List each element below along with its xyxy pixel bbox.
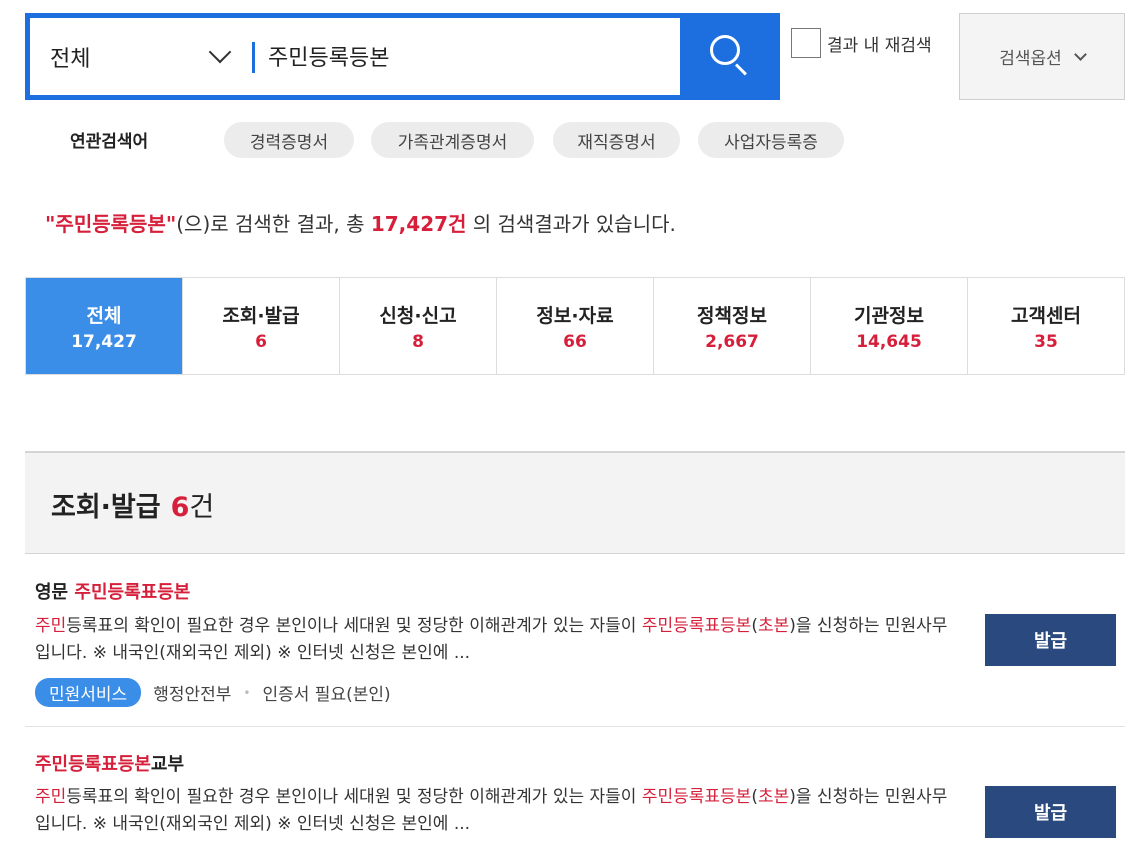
- related-keyword-chip[interactable]: 재직증명서: [553, 122, 680, 158]
- desc-highlight: 주민: [35, 616, 67, 636]
- summary-text: (으)로 검색한 결과, 총: [176, 212, 371, 236]
- desc-highlight: 주민등록표등본: [641, 787, 752, 807]
- search-icon: [710, 35, 740, 65]
- research-checkbox[interactable]: [791, 28, 821, 58]
- desc-highlight: 초본: [757, 616, 790, 636]
- related-keywords-label: 연관검색어: [70, 132, 149, 152]
- divider: [25, 726, 1125, 727]
- issue-button[interactable]: 발급: [985, 614, 1116, 666]
- section-title-label: 조회·발급: [51, 492, 161, 523]
- related-keyword-chip[interactable]: 가족관계증명서: [371, 122, 534, 158]
- tab-label: 신청·신고: [379, 304, 457, 327]
- desc-highlight: 초본: [757, 787, 790, 807]
- tab-label: 조회·발급: [222, 304, 300, 327]
- tab-info-data[interactable]: 정보·자료 66: [497, 278, 654, 374]
- chevron-down-icon: [1073, 47, 1087, 61]
- result-description: 주민등록표의 확인이 필요한 경우 본인이나 세대원 및 정당한 이해관계가 있…: [35, 784, 955, 838]
- search-icon-handle: [734, 63, 747, 76]
- summary-quote: ": [45, 212, 56, 236]
- desc-highlight: 주민등록표등본: [641, 616, 752, 636]
- research-label: 결과 내 재검색: [827, 35, 932, 56]
- summary-keyword: 주민등록등본: [55, 212, 166, 236]
- agency-name: 행정안전부: [153, 685, 232, 705]
- result-title-highlight: 주민등록표등본: [35, 754, 151, 775]
- tab-application-report[interactable]: 신청·신고 8: [340, 278, 497, 374]
- tab-label: 전체: [86, 304, 122, 327]
- issue-button[interactable]: 발급: [985, 786, 1116, 838]
- summary-text: 의 검색결과가 있습니다.: [466, 212, 676, 236]
- requirement-text: 인증서 필요(본인): [262, 685, 391, 705]
- section-title: 조회·발급 6건: [51, 485, 214, 524]
- result-meta: 민원서비스 행정안전부 • 인증서 필요(본인): [35, 678, 391, 707]
- section-count-unit: 건: [189, 492, 215, 523]
- related-keyword-chip[interactable]: 사업자등록증: [698, 122, 844, 158]
- result-summary: "주민등록등본"(으)로 검색한 결과, 총 17,427건 의 검색결과가 있…: [45, 208, 676, 237]
- tab-count: 14,645: [856, 331, 922, 352]
- text-cursor: [252, 42, 255, 73]
- tab-label: 고객센터: [1011, 304, 1081, 327]
- tab-label: 정책정보: [697, 304, 767, 327]
- tab-count: 6: [255, 331, 267, 352]
- search-button[interactable]: [680, 13, 780, 100]
- desc-text: 등록표의 확인이 필요한 경우 본인이나 세대원 및 정당한 이해관계가 있는 …: [66, 787, 642, 807]
- search-options-button[interactable]: 검색옵션: [959, 13, 1125, 100]
- meta-separator: •: [243, 685, 251, 700]
- tab-count: 66: [563, 331, 587, 352]
- section-header: 조회·발급 6건: [25, 451, 1125, 554]
- tab-label: 정보·자료: [536, 304, 614, 327]
- tab-all[interactable]: 전체 17,427: [26, 278, 183, 374]
- related-keyword-chip[interactable]: 경력증명서: [224, 122, 354, 158]
- desc-text: (: [751, 616, 758, 636]
- scope-label: 전체: [50, 46, 91, 72]
- tab-policy-info[interactable]: 정책정보 2,667: [654, 278, 811, 374]
- tab-count: 8: [412, 331, 424, 352]
- search-input[interactable]: [268, 26, 668, 86]
- summary-quote: ": [165, 212, 177, 236]
- section-count: 6: [170, 492, 190, 523]
- result-description: 주민등록표의 확인이 필요한 경우 본인이나 세대원 및 정당한 이해관계가 있…: [35, 613, 955, 667]
- result-title-prefix: 영문: [35, 582, 75, 603]
- chevron-down-icon: [208, 40, 232, 64]
- search-options-label: 검색옵션: [999, 49, 1062, 69]
- tab-count: 35: [1034, 331, 1058, 352]
- tab-customer-center[interactable]: 고객센터 35: [968, 278, 1124, 374]
- result-title-suffix: 교부: [150, 754, 185, 775]
- research-toggle[interactable]: 결과 내 재검색: [791, 28, 932, 58]
- category-tabs: 전체 17,427 조회·발급 6 신청·신고 8 정보·자료 66 정책정보 …: [25, 277, 1125, 375]
- tab-count: 2,667: [705, 331, 759, 352]
- result-title[interactable]: 영문 주민등록표등본: [35, 578, 190, 604]
- result-title-highlight: 주민등록표등본: [74, 582, 191, 603]
- scope-select[interactable]: 전체: [50, 18, 250, 95]
- result-title[interactable]: 주민등록표등본교부: [35, 750, 184, 776]
- desc-highlight: 주민: [35, 787, 67, 807]
- search-box: 전체: [25, 13, 780, 100]
- tab-count: 17,427: [71, 331, 137, 352]
- tab-inquiry-issue[interactable]: 조회·발급 6: [183, 278, 340, 374]
- tab-label: 기관정보: [854, 304, 924, 327]
- desc-text: (: [751, 787, 758, 807]
- tab-agency-info[interactable]: 기관정보 14,645: [811, 278, 968, 374]
- summary-count: 17,427건: [370, 212, 467, 236]
- desc-text: 등록표의 확인이 필요한 경우 본인이나 세대원 및 정당한 이해관계가 있는 …: [66, 616, 642, 636]
- service-badge[interactable]: 민원서비스: [35, 678, 142, 707]
